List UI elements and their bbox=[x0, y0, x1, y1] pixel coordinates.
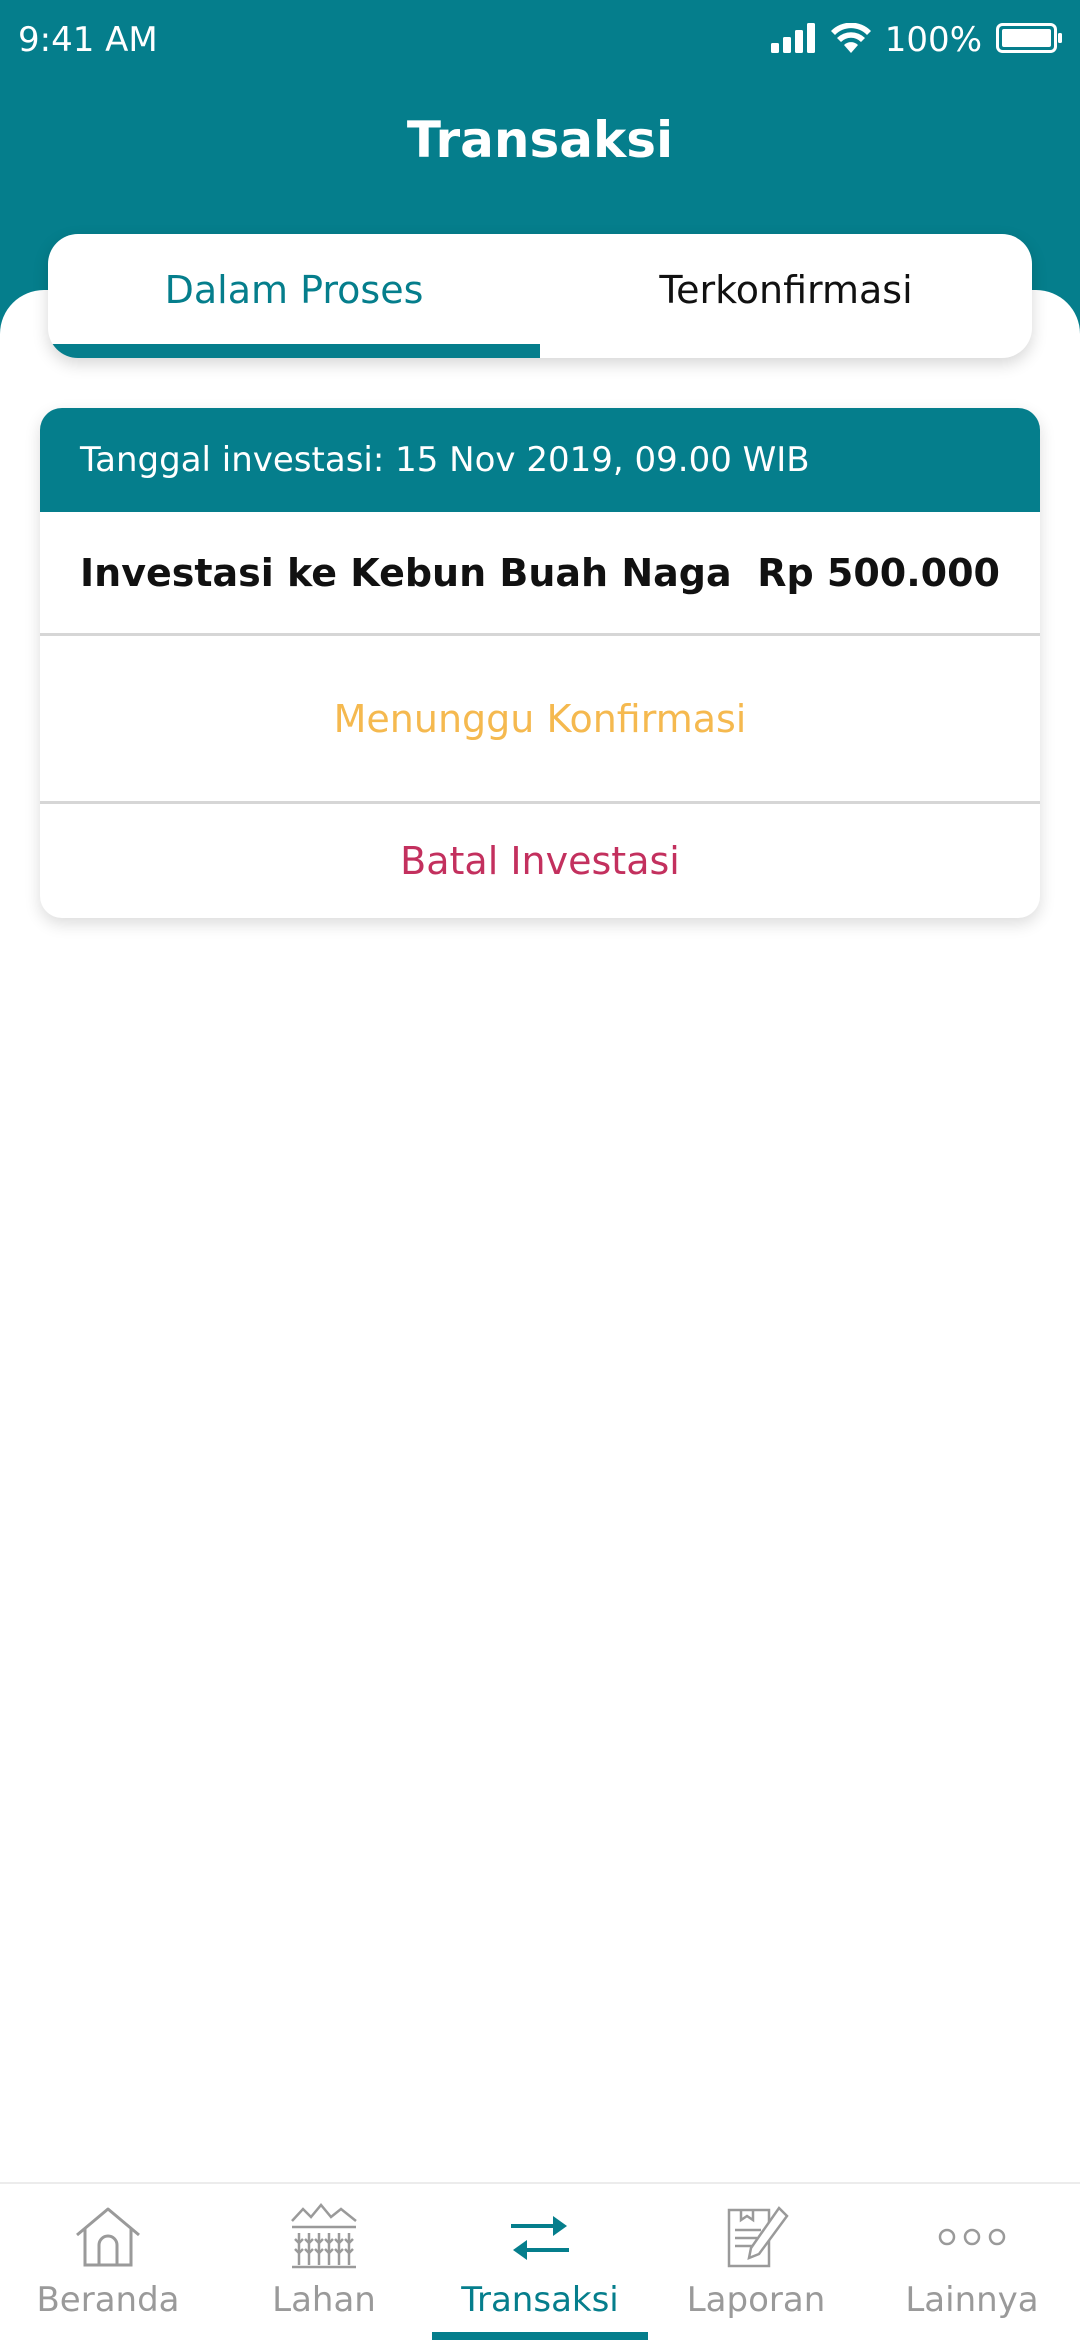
nav-item-lainnya[interactable]: Lainnya bbox=[864, 2184, 1080, 2340]
farm-field-icon bbox=[284, 2202, 364, 2272]
tab-dalam-proses[interactable]: Dalam Proses bbox=[48, 234, 540, 358]
tab-label: Dalam Proses bbox=[164, 268, 424, 312]
nav-label: Laporan bbox=[686, 2280, 826, 2320]
investment-date: Tanggal investasi: 15 Nov 2019, 09.00 WI… bbox=[40, 408, 1040, 512]
home-icon bbox=[68, 2202, 148, 2272]
cancel-investment-button[interactable]: Batal Investasi bbox=[40, 804, 1040, 918]
transaction-card: Tanggal investasi: 15 Nov 2019, 09.00 WI… bbox=[40, 408, 1040, 918]
active-nav-indicator bbox=[432, 2332, 648, 2340]
transaction-item[interactable]: Investasi ke Kebun Buah Naga Rp 500.000 bbox=[40, 512, 1040, 636]
transaction-amount: Rp 500.000 bbox=[757, 550, 1000, 595]
nav-item-lahan[interactable]: Lahan bbox=[216, 2184, 432, 2340]
status-bar: 9:41 AM 100% bbox=[0, 0, 1080, 80]
transfer-arrows-icon bbox=[500, 2202, 580, 2272]
page-title: Transaksi bbox=[406, 111, 674, 169]
battery-percent: 100% bbox=[884, 20, 982, 60]
more-dots-icon bbox=[932, 2202, 1012, 2272]
tab-label: Terkonfirmasi bbox=[659, 268, 913, 312]
status-time: 9:41 AM bbox=[18, 20, 158, 60]
nav-item-laporan[interactable]: Laporan bbox=[648, 2184, 864, 2340]
nav-label: Beranda bbox=[36, 2280, 180, 2320]
nav-label: Lahan bbox=[272, 2280, 376, 2320]
tab-terkonfirmasi[interactable]: Terkonfirmasi bbox=[540, 234, 1032, 358]
nav-label: Transaksi bbox=[461, 2280, 619, 2320]
transaksi-screen: 9:41 AM 100% Transaksi Dalam Proses Terk… bbox=[0, 0, 1080, 2340]
wifi-icon bbox=[830, 22, 871, 57]
status-label: Menunggu Konfirmasi bbox=[40, 636, 1040, 804]
active-tab-indicator bbox=[48, 344, 540, 358]
status-indicators: 100% bbox=[770, 18, 1062, 62]
report-pencil-icon bbox=[716, 2202, 796, 2272]
signal-icon bbox=[770, 23, 817, 57]
nav-label: Lainnya bbox=[905, 2280, 1039, 2320]
nav-item-beranda[interactable]: Beranda bbox=[0, 2184, 216, 2340]
battery-icon bbox=[996, 23, 1062, 57]
status-tabs: Dalam Proses Terkonfirmasi bbox=[48, 234, 1032, 358]
transaction-title: Investasi ke Kebun Buah Naga bbox=[80, 550, 732, 595]
bottom-nav: Beranda Lahan Transaksi Laporan Lainnya bbox=[0, 2182, 1080, 2340]
nav-item-transaksi[interactable]: Transaksi bbox=[432, 2184, 648, 2340]
